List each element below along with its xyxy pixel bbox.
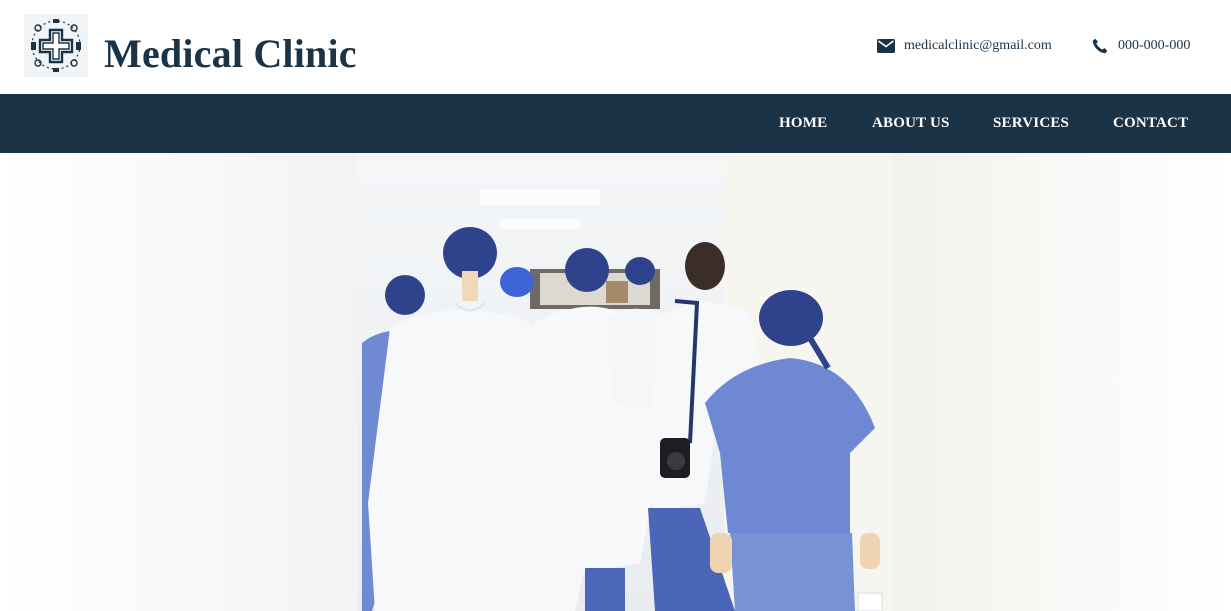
envelope-icon [876, 36, 896, 56]
medical-cross-logo-icon[interactable] [24, 14, 88, 77]
email-text: medicalclinic@gmail.com [904, 38, 1052, 53]
main-navigation: HOME ABOUT US SERVICES CONTACT [0, 94, 1231, 153]
nav-about-link[interactable]: ABOUT US [872, 94, 950, 153]
phone-icon [1090, 36, 1110, 56]
site-header: Medical Clinic medicalclinic@gmail.com 0… [0, 0, 1231, 94]
contact-phone[interactable]: 000-000-000 [1090, 36, 1190, 56]
nav-services-link[interactable]: SERVICES [993, 94, 1069, 153]
hero-medical-staff-photo [0, 153, 1231, 611]
phone-text: 000-000-000 [1118, 38, 1191, 53]
site-title[interactable]: Medical Clinic [104, 30, 357, 78]
nav-home-link[interactable]: HOME [779, 94, 827, 153]
nav-contact-link[interactable]: CONTACT [1113, 94, 1188, 153]
contact-email[interactable]: medicalclinic@gmail.com [876, 36, 1052, 56]
